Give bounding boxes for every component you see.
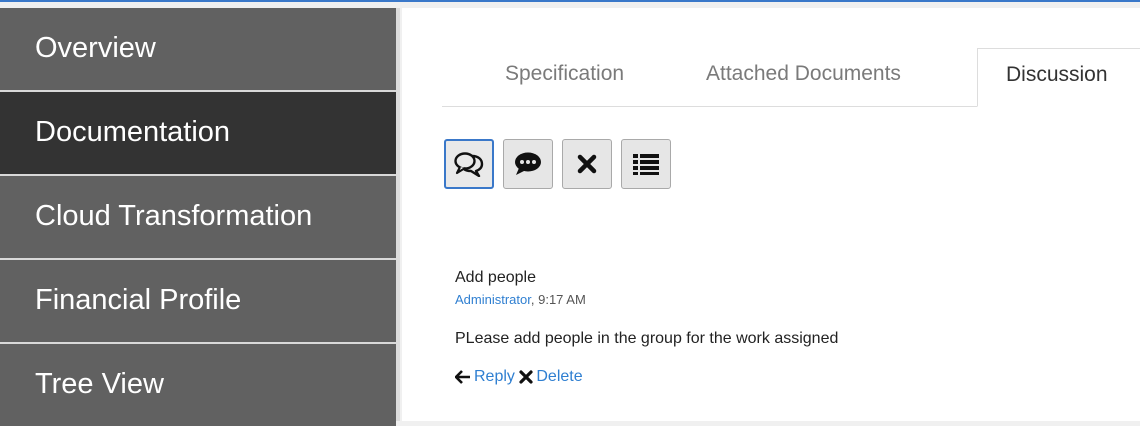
delete-button[interactable] — [562, 139, 612, 189]
new-comment-button[interactable] — [503, 139, 553, 189]
sidebar: Overview Documentation Cloud Transformat… — [0, 8, 396, 426]
sidebar-item-financial-profile[interactable]: Financial Profile — [0, 260, 396, 342]
arrow-left-icon — [455, 369, 470, 384]
list-icon — [633, 154, 659, 175]
message-actions: Reply Delete — [455, 368, 583, 386]
top-accent-line — [0, 0, 1140, 2]
list-view-button[interactable] — [621, 139, 671, 189]
sidebar-item-label: Documentation — [35, 116, 231, 148]
sidebar-item-documentation[interactable]: Documentation — [0, 92, 396, 174]
message-title: Add people — [455, 269, 536, 286]
author-link[interactable]: Administrator — [455, 292, 531, 307]
delete-label: Delete — [536, 368, 583, 385]
delete-link[interactable]: Delete — [519, 368, 583, 385]
comments-icon — [454, 152, 484, 177]
message-body: PLease add people in the group for the w… — [455, 330, 839, 347]
message-time: , 9:17 AM — [530, 292, 586, 307]
tab-attached-documents[interactable]: Attached Documents — [706, 62, 901, 86]
sidebar-item-label: Cloud Transformation — [35, 200, 313, 232]
tab-label: Discussion — [1006, 63, 1108, 86]
sidebar-item-cloud-transformation[interactable]: Cloud Transformation — [0, 176, 396, 258]
sidebar-item-overview[interactable]: Overview — [0, 8, 396, 90]
sidebar-item-label: Overview — [35, 32, 156, 64]
tab-specification[interactable]: Specification — [505, 62, 624, 86]
sidebar-item-tree-view[interactable]: Tree View — [0, 344, 396, 426]
main-panel: Specification Attached Documents Discuss… — [402, 8, 1140, 421]
close-icon — [577, 154, 597, 174]
message-meta: Administrator, 9:17 AM — [455, 292, 586, 307]
reply-label: Reply — [474, 368, 515, 385]
tab-discussion[interactable]: Discussion — [977, 48, 1140, 107]
sidebar-item-label: Financial Profile — [35, 284, 242, 316]
reply-link[interactable]: Reply — [455, 368, 515, 385]
comments-button[interactable] — [444, 139, 494, 189]
sidebar-item-label: Tree View — [35, 368, 164, 400]
sidebar-border — [396, 8, 400, 421]
comment-bubble-icon — [515, 152, 541, 175]
close-icon — [519, 370, 533, 384]
